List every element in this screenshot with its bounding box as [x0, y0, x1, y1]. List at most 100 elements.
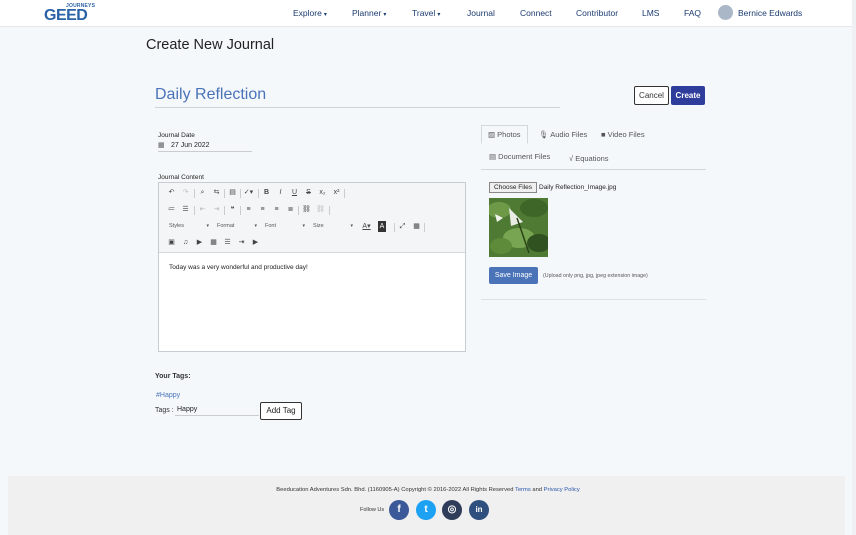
add-tag-button[interactable]: Add Tag — [260, 402, 302, 420]
divider — [481, 299, 706, 300]
background-color-icon[interactable]: A — [378, 221, 386, 232]
nav-faq[interactable]: FAQ — [684, 8, 701, 18]
save-image-button[interactable]: Save Image — [489, 267, 538, 284]
tab-photos[interactable]: ▨ Photos — [481, 125, 528, 144]
chevron-down-icon: ▾ — [206, 223, 209, 229]
size-dropdown[interactable]: Size ▾ — [313, 221, 353, 232]
strikethrough-icon[interactable]: S — [303, 187, 314, 198]
styles-dropdown[interactable]: Styles ▾ — [169, 221, 209, 232]
chevron-down-icon: ▾ — [302, 223, 305, 229]
rich-text-editor: ↶ ↷ ⌕ ⇆ ▤ ✓▾ B I U S x₂ x² ≔ ☰ ⇤ ⇥ ❝ ≡ ≡… — [158, 182, 466, 352]
user-name[interactable]: Bernice Edwards — [738, 8, 802, 18]
microphone-icon: 🎙 — [539, 130, 551, 139]
nav-journal[interactable]: Journal — [467, 8, 495, 18]
journal-content-label: Journal Content — [158, 174, 204, 181]
your-tags-heading: Your Tags: — [155, 373, 191, 380]
tab-video-files[interactable]: ■ Video Files — [601, 130, 645, 139]
site-logo[interactable]: JOURNEYS GEED — [44, 3, 95, 24]
special-char-icon[interactable]: ⇥ — [236, 237, 247, 248]
facebook-icon[interactable]: f — [389, 500, 409, 520]
selected-file-name: Daily Reflection_Image.jpg — [539, 184, 617, 191]
page-title: Create New Journal — [146, 37, 275, 53]
link-icon[interactable]: ⛓ — [301, 204, 312, 215]
cancel-button[interactable]: Cancel — [634, 86, 669, 105]
blockquote-icon[interactable]: ❝ — [227, 204, 238, 215]
video-camera-icon: ■ — [601, 130, 608, 139]
avatar[interactable] — [718, 5, 733, 20]
find-icon[interactable]: ⌕ — [197, 187, 208, 198]
editor-content[interactable]: Today was a very wonderful and productiv… — [169, 264, 308, 271]
tags-input[interactable]: Happy — [175, 404, 259, 416]
unlink-icon[interactable]: ⛓ — [315, 204, 326, 215]
horizontal-line-icon[interactable]: ☰ — [222, 237, 233, 248]
instagram-icon[interactable]: ◎ — [442, 500, 462, 520]
tag-item[interactable]: #Happy — [156, 392, 180, 399]
chevron-down-icon: ▾ — [254, 223, 257, 229]
scrollbar[interactable] — [852, 0, 856, 535]
redo-icon[interactable]: ↷ — [180, 187, 191, 198]
font-dropdown[interactable]: Font ▾ — [265, 221, 305, 232]
superscript-icon[interactable]: x² — [331, 187, 342, 198]
calendar-icon: ▦ — [158, 142, 165, 149]
journal-date-value: 27 Jun 2022 — [171, 142, 210, 149]
image-icon: ▨ — [488, 130, 498, 139]
editor-toolbar: ↶ ↷ ⌕ ⇆ ▤ ✓▾ B I U S x₂ x² ≔ ☰ ⇤ ⇥ ❝ ≡ ≡… — [159, 183, 465, 253]
linkedin-icon[interactable]: in — [469, 500, 489, 520]
youtube-icon[interactable]: ▶ — [250, 237, 261, 248]
media-tabs: ▨ Photos 🎙 Audio Files ■ Video Files ▤ D… — [481, 125, 706, 170]
nav-lms[interactable]: LMS — [642, 8, 659, 18]
underline-icon[interactable]: U — [289, 187, 300, 198]
align-left-icon[interactable]: ≡ — [243, 204, 254, 215]
bullet-list-icon[interactable]: ☰ — [180, 204, 191, 215]
chevron-down-icon: ▾ — [437, 12, 441, 18]
privacy-policy-link[interactable]: Privacy Policy — [544, 487, 580, 493]
create-button[interactable]: Create — [671, 86, 705, 105]
italic-icon[interactable]: I — [275, 187, 286, 198]
text-color-icon[interactable]: A▾ — [361, 221, 372, 232]
image-icon[interactable]: ▣ — [166, 237, 177, 248]
nav-contributor[interactable]: Contributor — [576, 8, 618, 18]
outdent-icon[interactable]: ⇤ — [197, 204, 208, 215]
indent-icon[interactable]: ⇥ — [211, 204, 222, 215]
upload-hint: (Upload only png, jpg, jpeg extension im… — [543, 273, 648, 279]
align-right-icon[interactable]: ≡ — [271, 204, 282, 215]
journal-date-field[interactable]: ▦ 27 Jun 2022 — [158, 141, 252, 152]
chevron-down-icon: ▾ — [323, 12, 327, 18]
nav-planner[interactable]: Planner ▾ — [352, 8, 386, 18]
journal-title-input[interactable]: Daily Reflection — [155, 86, 560, 108]
subscript-icon[interactable]: x₂ — [317, 187, 328, 198]
tab-document-files[interactable]: ▤ Document Files — [489, 152, 550, 161]
video-icon[interactable]: ▶ — [194, 237, 205, 248]
select-all-icon[interactable]: ▤ — [227, 187, 238, 198]
journal-date-label: Journal Date — [158, 132, 195, 139]
spellcheck-icon[interactable]: ✓▾ — [243, 187, 254, 198]
nav-travel[interactable]: Travel ▾ — [412, 8, 440, 18]
replace-icon[interactable]: ⇆ — [211, 187, 222, 198]
numbered-list-icon[interactable]: ≔ — [166, 204, 177, 215]
table-icon[interactable]: ▦ — [208, 237, 219, 248]
copyright-text: Beeducation Adventures Sdn. Bhd. (116090… — [276, 487, 580, 493]
tab-audio-files[interactable]: 🎙 Audio Files — [539, 130, 587, 139]
terms-link[interactable]: Terms — [515, 487, 531, 493]
undo-icon[interactable]: ↶ — [166, 187, 177, 198]
tags-input-label: Tags : — [155, 407, 174, 414]
justify-icon[interactable]: ≣ — [285, 204, 296, 215]
twitter-icon[interactable]: t — [416, 500, 436, 520]
audio-icon[interactable]: ♫ — [180, 237, 191, 248]
follow-us-label: Follow Us — [360, 507, 385, 513]
bold-icon[interactable]: B — [261, 187, 272, 198]
nav-connect[interactable]: Connect — [520, 8, 552, 18]
chevron-down-icon: ▾ — [350, 223, 353, 229]
chevron-down-icon: ▾ — [383, 12, 387, 18]
logo-text: GEED — [44, 7, 88, 24]
align-center-icon[interactable]: ≡ — [257, 204, 268, 215]
nav-explore[interactable]: Explore ▾ — [293, 8, 327, 18]
uploaded-image-preview — [489, 198, 548, 257]
maximize-icon[interactable]: ⤢ — [397, 221, 408, 232]
format-dropdown[interactable]: Format ▾ — [217, 221, 257, 232]
choose-files-button[interactable]: Choose Files — [489, 182, 537, 193]
show-blocks-icon[interactable]: ▦ — [411, 221, 422, 232]
top-navbar: JOURNEYS GEED Explore ▾ Planner ▾ Travel ▾ … — [0, 0, 856, 27]
tab-equations[interactable]: √ Equations — [569, 154, 609, 163]
document-icon: ▤ — [489, 152, 499, 161]
